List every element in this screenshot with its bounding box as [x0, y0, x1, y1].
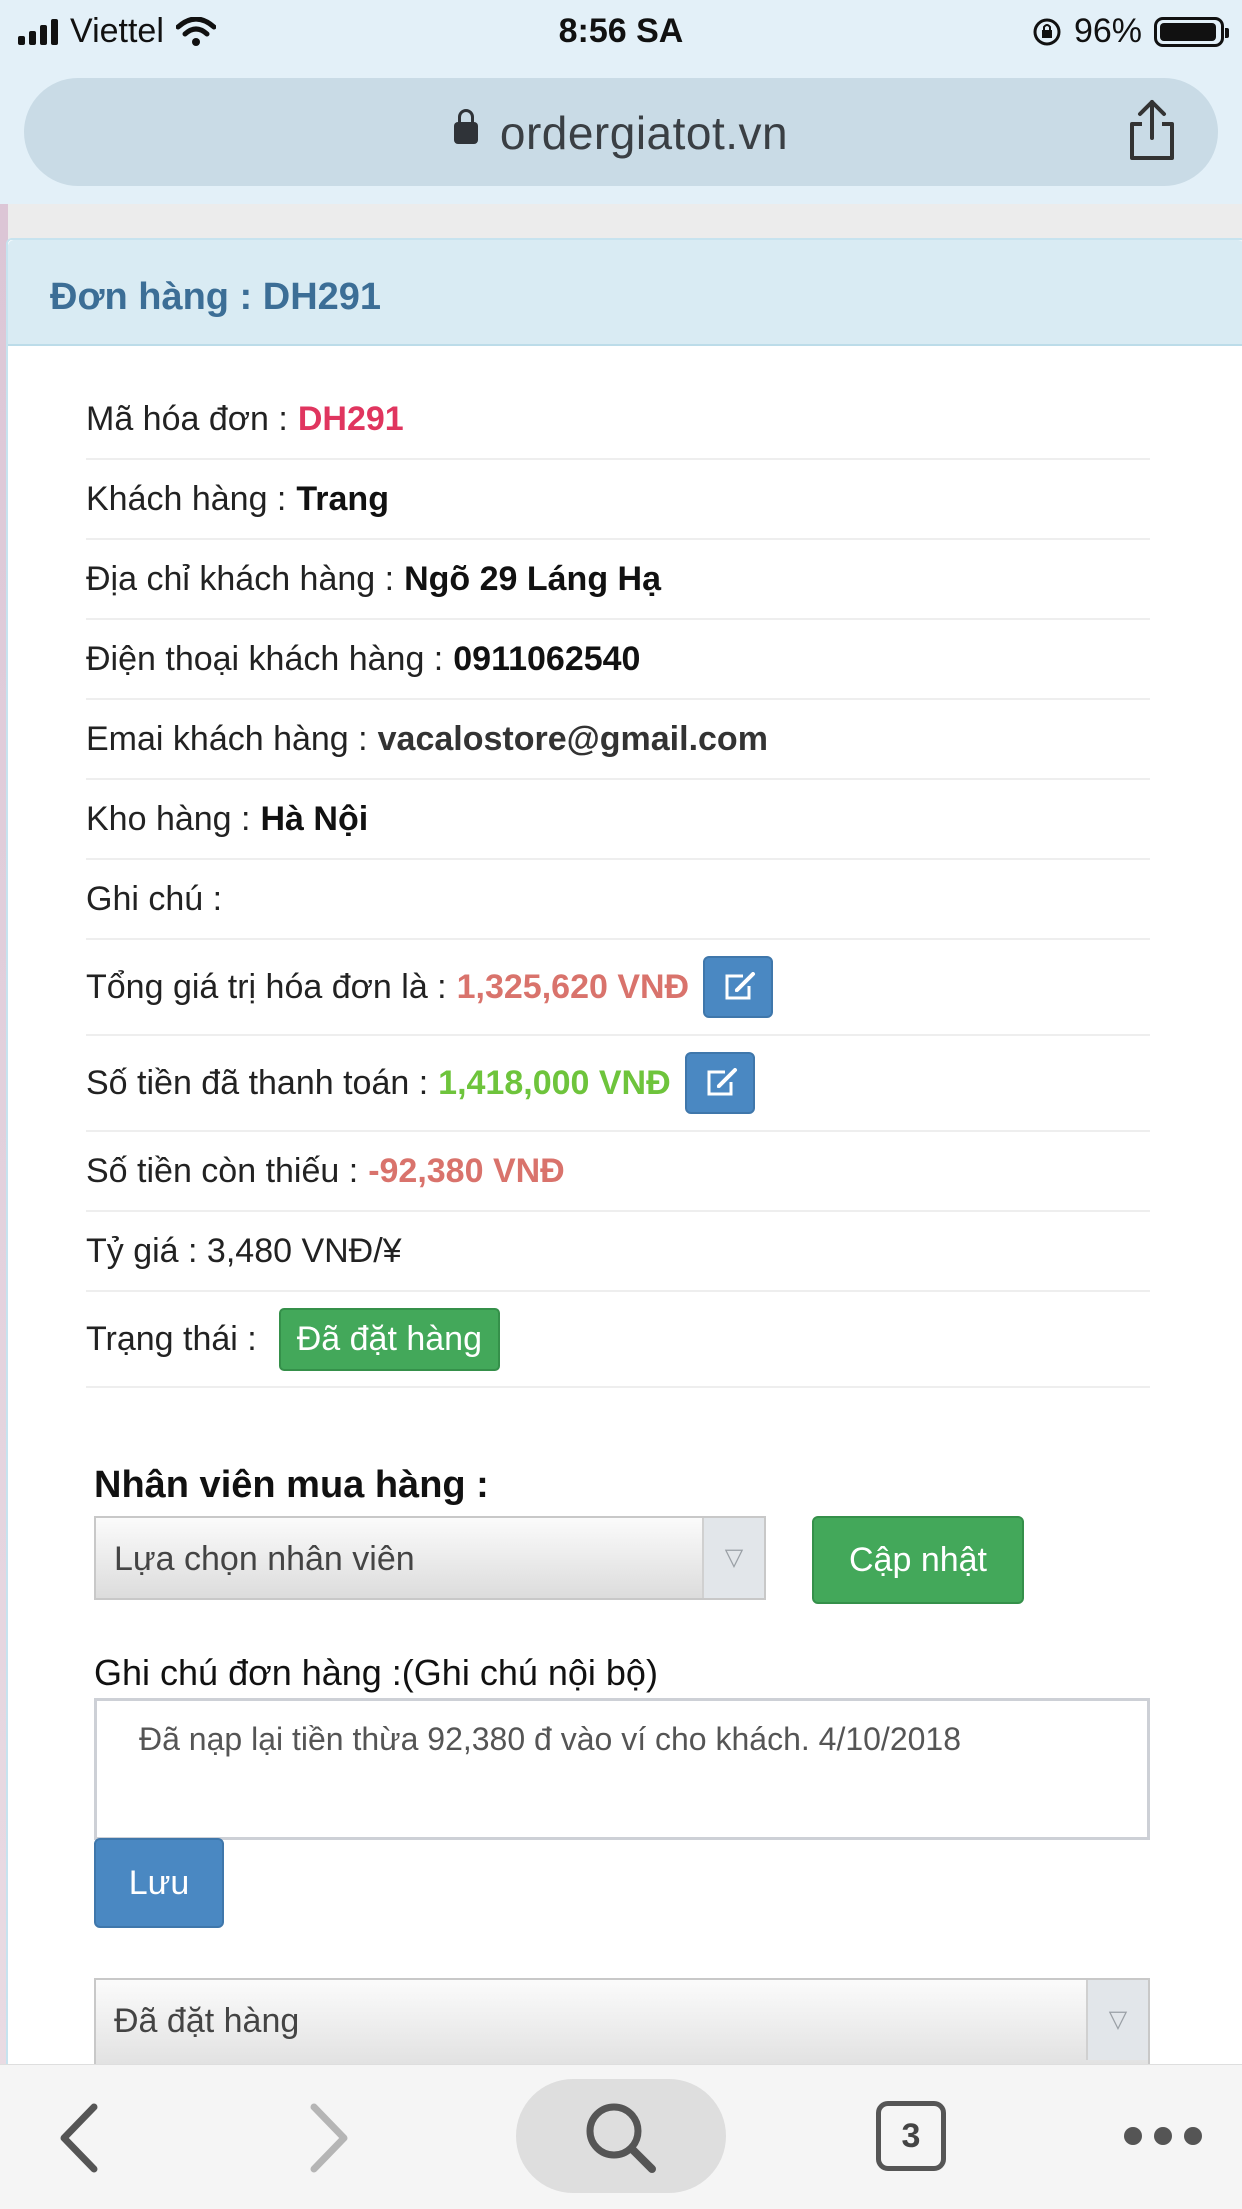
email-row: Emai khách hàng : vacalostore@gmail.com [86, 700, 1150, 780]
customer-row: Khách hàng : Trang [86, 460, 1150, 540]
update-button[interactable]: Cập nhật [812, 1516, 1024, 1604]
note-label: Ghi chú : [86, 879, 223, 918]
search-button[interactable] [516, 2079, 726, 2193]
email-label: Emai khách hàng : [86, 719, 368, 758]
internal-note-field[interactable]: Đã nạp lại tiền thừa 92,380 đ vào ví cho… [94, 1698, 1150, 1840]
share-icon[interactable] [1126, 98, 1178, 162]
status-label: Trạng thái : [86, 1319, 257, 1358]
customer-label: Khách hàng : [86, 479, 287, 518]
lock-icon [453, 108, 478, 144]
order-details: Mã hóa đơn : DH291 Khách hàng : Trang Đị… [86, 380, 1150, 1388]
status-badge: Đã đặt hàng [278, 1307, 500, 1371]
email-value: vacalostore@gmail.com [377, 719, 768, 758]
rate-row: Tỷ giá : 3,480 VNĐ/¥ [86, 1212, 1150, 1292]
note-row: Ghi chú : [86, 860, 1150, 940]
edit-total-button[interactable] [703, 956, 774, 1018]
tabs-icon[interactable]: 3 [876, 2101, 946, 2171]
invoice-value: DH291 [297, 399, 404, 438]
remaining-value: -92,380 VNĐ [368, 1151, 565, 1190]
address-label: Địa chỉ khách hàng : [86, 559, 395, 598]
rate-text: Tỷ giá : 3,480 VNĐ/¥ [86, 1231, 402, 1270]
status-bar: Viettel 8:56 SA 96% [0, 0, 1242, 62]
status-select[interactable]: Đã đặt hàng ▽ [94, 1978, 1150, 2064]
battery-icon [1154, 16, 1229, 47]
total-label: Tổng giá trị hóa đơn là : [86, 967, 447, 1006]
paid-label: Số tiền đã thanh toán : [86, 1063, 429, 1102]
battery-percent: 96% [1073, 12, 1142, 50]
status-select-value: Đã đặt hàng [114, 2002, 300, 2040]
phone-row: Điện thoại khách hàng : 0911062540 [86, 620, 1150, 700]
chevron-down-icon: ▽ [702, 1518, 764, 1598]
total-value: 1,325,620 VNĐ [456, 967, 690, 1006]
back-icon[interactable] [54, 2101, 102, 2175]
status-right: 96% [1032, 12, 1229, 51]
paid-row: Số tiền đã thanh toán : 1,418,000 VNĐ [86, 1036, 1150, 1132]
forward-icon[interactable] [306, 2101, 354, 2175]
battery-level [1160, 22, 1216, 41]
buyer-select[interactable]: Lựa chọn nhân viên ▽ [94, 1516, 766, 1600]
url-text: ordergiatot.vn [499, 107, 789, 159]
total-row: Tổng giá trị hóa đơn là : 1,325,620 VNĐ [86, 940, 1150, 1036]
search-icon [586, 2103, 656, 2173]
address-bar[interactable]: ordergiatot.vn [24, 78, 1218, 186]
more-icon[interactable] [1124, 2127, 1202, 2145]
edit-icon [707, 1068, 737, 1096]
internal-note-label: Ghi chú đơn hàng :(Ghi chú nội bộ) [94, 1652, 658, 1693]
page-content: Đơn hàng : DH291 Mã hóa đơn : DH291 Khác… [0, 204, 1242, 2068]
remaining-label: Số tiền còn thiếu : [86, 1151, 359, 1190]
paid-value: 1,418,000 VNĐ [438, 1063, 671, 1102]
browser-toolbar: 3 [0, 2064, 1242, 2209]
address-row: Địa chỉ khách hàng : Ngõ 29 Láng Hạ [86, 540, 1150, 620]
customer-value: Trang [296, 479, 389, 518]
save-button[interactable]: Lưu [94, 1838, 224, 1928]
buyer-select-value: Lựa chọn nhân viên [114, 1540, 415, 1578]
buyer-section-title: Nhân viên mua hàng : [94, 1464, 489, 1506]
url-display[interactable]: ordergiatot.vn [24, 106, 1218, 160]
invoice-label: Mã hóa đơn : [86, 399, 288, 438]
chevron-down-icon: ▽ [1086, 1980, 1148, 2060]
edit-paid-button[interactable] [684, 1052, 755, 1114]
phone-value: 0911062540 [453, 639, 641, 678]
address-value: Ngõ 29 Láng Hạ [404, 559, 662, 598]
remaining-row: Số tiền còn thiếu : -92,380 VNĐ [86, 1132, 1150, 1212]
warehouse-label: Kho hàng : [86, 799, 251, 838]
warehouse-value: Hà Nội [260, 799, 369, 838]
browser-header: ordergiatot.vn [0, 62, 1242, 204]
edit-icon [725, 972, 756, 1000]
status-row: Trạng thái : Đã đặt hàng [86, 1292, 1150, 1388]
phone-label: Điện thoại khách hàng : [86, 639, 444, 678]
warehouse-row: Kho hàng : Hà Nội [86, 780, 1150, 860]
rotation-lock-icon [1033, 18, 1061, 45]
page-title: Đơn hàng : DH291 [50, 276, 382, 318]
invoice-row: Mã hóa đơn : DH291 [86, 380, 1150, 460]
